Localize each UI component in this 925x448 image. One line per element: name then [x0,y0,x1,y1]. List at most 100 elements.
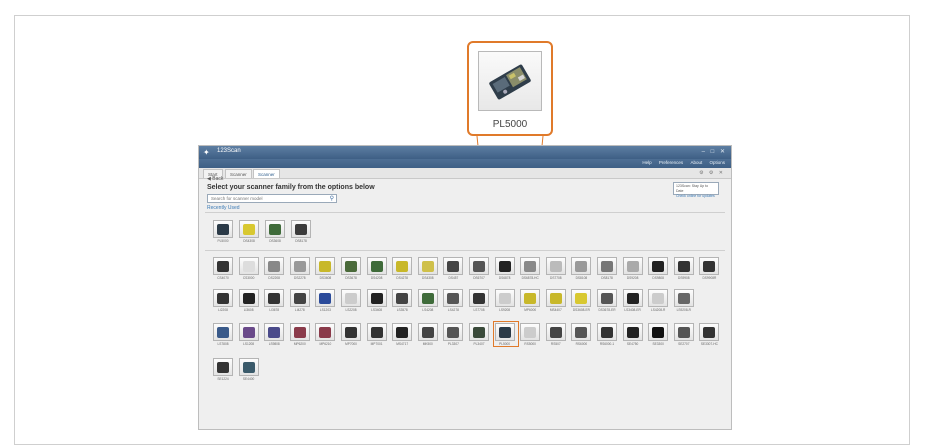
scanner-tile-label: DS7708 [550,276,562,280]
menu-about[interactable]: About [690,160,702,165]
scanner-tile[interactable] [443,257,464,275]
scanner-tile[interactable] [571,289,592,307]
menu-options[interactable]: Options [709,160,725,165]
pl5000-device-icon [489,64,531,100]
scanner-tile[interactable] [648,257,669,275]
updates-link[interactable]: Check online for updates [676,194,716,199]
scanner-tile[interactable] [213,358,233,376]
scanner-tile[interactable] [341,289,361,307]
scanner-tile[interactable] [597,323,617,341]
scanner-tile[interactable] [673,257,694,275]
scanner-tile[interactable] [648,289,669,307]
scanner-device-icon [626,293,639,304]
scanner-tile[interactable] [469,289,489,307]
scanner-tile[interactable] [571,323,592,341]
menu-preferences[interactable]: Preferences [659,160,683,165]
scanner-tile[interactable] [213,257,233,275]
scanner-device-icon [242,327,255,338]
window-controls[interactable]: – □ ✕ [702,148,727,155]
scanner-tile[interactable] [392,323,413,341]
scanner-tile[interactable] [622,289,643,307]
scanner-tile-label: LS4278 [447,308,459,312]
scanner-tile[interactable] [213,289,233,307]
scanner-tile[interactable] [341,257,361,275]
scanner-tile[interactable] [494,289,515,307]
scanner-tile[interactable] [366,289,387,307]
scanner-tile[interactable] [673,289,694,307]
scanner-tile[interactable] [469,323,489,341]
scanner-tile[interactable] [392,289,413,307]
scanner-tile-label: SE4750 [626,342,639,346]
scanner-device-icon [473,327,485,338]
scanner-tile[interactable] [238,289,259,307]
scanner-tile-label: MP6000 [524,308,537,312]
scanner-tile[interactable] [673,323,694,341]
scanner-tile-label: SE2707 [678,342,690,346]
scanner-tile[interactable] [622,257,643,275]
scanner-tile[interactable] [238,358,259,376]
scanner-tile[interactable] [315,323,336,341]
scanner-tile[interactable] [392,257,413,275]
scanner-tile[interactable] [417,257,438,275]
scanner-tile-label: LS3408 [371,308,383,312]
scanner-tile[interactable] [443,323,464,341]
scanner-tile[interactable] [291,220,311,238]
title-bar: ✦ 123Scan – □ ✕ [199,146,731,159]
scanner-device-icon [242,293,255,304]
scanner-tile[interactable] [264,289,285,307]
scanner-tile[interactable] [520,323,541,341]
scanner-tile[interactable] [699,323,720,341]
scanner-tile[interactable] [545,289,566,307]
scanner-tile[interactable] [265,220,285,238]
scanner-tile[interactable] [545,257,566,275]
scanner-tile[interactable] [417,323,438,341]
scanner-tile[interactable] [597,257,617,275]
scanner-tile[interactable] [238,257,259,275]
scanner-device-icon [498,261,511,272]
menu-help[interactable]: Help [642,160,651,165]
divider [205,250,725,251]
scanner-tile[interactable] [443,289,464,307]
scanner-tile[interactable] [366,323,387,341]
scanner-device-icon [421,327,434,338]
scanner-tile[interactable] [238,323,259,341]
scanner-device-icon [549,261,562,272]
scanner-tile[interactable] [239,220,259,238]
scanner-tile[interactable] [520,289,541,307]
scanner-tile[interactable] [571,257,592,275]
scanner-device-icon [652,261,665,272]
scanner-device-icon [319,261,332,272]
scanner-tile[interactable] [264,323,285,341]
scanner-tile[interactable] [264,257,285,275]
back-button[interactable]: ◀ Back [207,176,223,182]
scanner-tile[interactable] [213,323,233,341]
scanner-tile[interactable] [366,257,387,275]
scanner-tile[interactable] [315,257,336,275]
scanner-tile[interactable] [213,220,233,238]
recently-used-label: Recently Used [207,205,240,211]
scanner-tile[interactable] [545,323,566,341]
scanner-device-icon [268,293,281,304]
scanner-tile[interactable] [289,289,310,307]
scanner-tile[interactable] [520,257,541,275]
tab-scanner-active[interactable]: Scanner [253,169,280,178]
scanner-tile[interactable] [494,257,515,275]
scanner-tile[interactable] [622,323,643,341]
scanner-tile[interactable] [341,323,361,341]
scanner-tile[interactable] [289,257,310,275]
scanner-tile[interactable] [469,257,489,275]
toolbar-icons[interactable]: ⚙ ⚙ ✕ [699,170,725,176]
scanner-tile[interactable] [597,289,617,307]
scanner-tile[interactable] [289,323,310,341]
search-icon[interactable]: ⚲ [330,195,334,203]
search-input[interactable]: Search for scanner model ⚲ [207,194,337,203]
scanner-device-icon [549,327,562,338]
scanner-device-icon [269,224,281,235]
scanner-tile-label: LS1203 [319,308,331,312]
scanner-tile[interactable] [648,323,669,341]
scanner-tile[interactable] [315,289,336,307]
scanner-device-icon [601,261,613,272]
tab-scanner-1[interactable]: Scanner [225,169,252,178]
scanner-tile[interactable] [699,257,720,275]
scanner-tile[interactable] [417,289,438,307]
